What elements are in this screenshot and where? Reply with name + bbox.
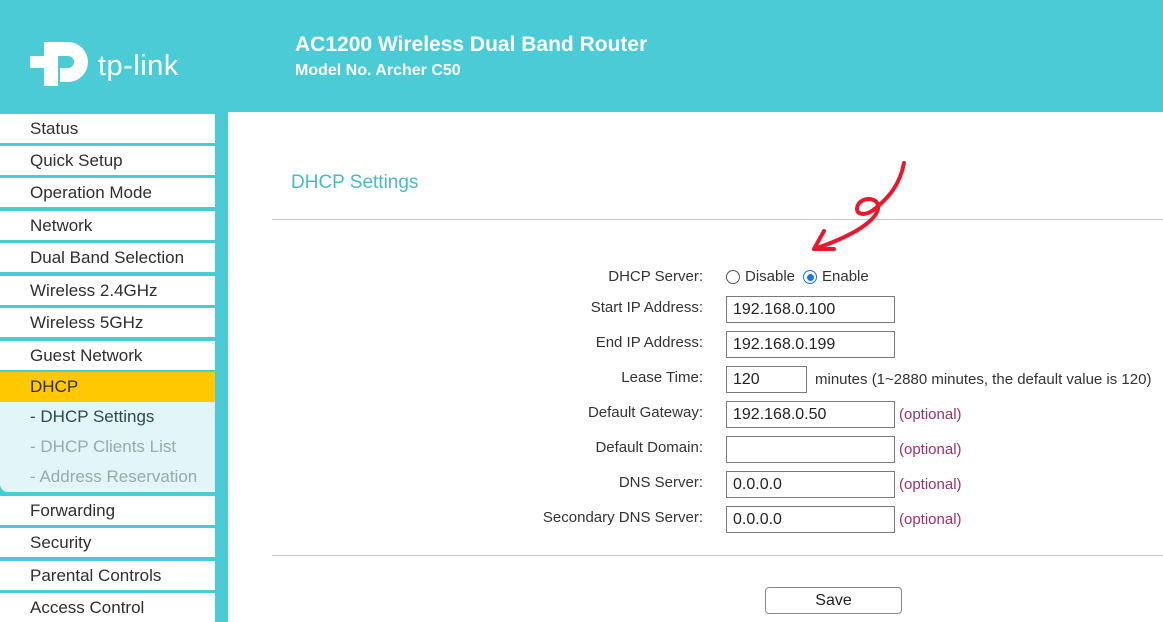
sidebar-item-label: Status — [30, 118, 79, 138]
lease-time-label: Lease Time: — [621, 369, 703, 386]
router-admin-page: tp-link AC1200 Wireless Dual Band Router… — [0, 0, 1163, 622]
sidebar-item-network[interactable]: Network — [0, 211, 215, 240]
sidebar-item-label: Dual Band Selection — [30, 247, 185, 267]
dns-server-optional: (optional) — [899, 476, 962, 493]
start-ip-input[interactable] — [726, 296, 895, 323]
secondary-dns-label: Secondary DNS Server: — [542, 509, 703, 526]
sidebar-item-label: Guest Network — [30, 345, 143, 365]
dns-server-label: DNS Server: — [618, 474, 703, 491]
sidebar-item-label: Parental Controls — [30, 565, 162, 585]
sidebar-item-dhcp[interactable]: DHCP — [0, 372, 215, 402]
sidebar-item-label: Access Control — [30, 597, 145, 617]
default-gateway-input[interactable] — [726, 401, 895, 428]
sidebar-item-security[interactable]: Security — [0, 528, 215, 557]
dhcp-submenu: - DHCP Settings - DHCP Clients List - Ad… — [0, 402, 215, 492]
sidebar-item-guest-network[interactable]: Guest Network — [0, 341, 215, 370]
sidebar-item-wireless-2-4ghz[interactable]: Wireless 2.4GHz — [0, 276, 215, 305]
sidebar-item-dual-band-selection[interactable]: Dual Band Selection — [0, 243, 215, 272]
sidebar-menu: Status Quick Setup Operation Mode Networ… — [0, 112, 228, 622]
end-ip-input[interactable] — [726, 331, 895, 358]
default-gateway-optional: (optional) — [899, 406, 962, 423]
router-title: AC1200 Wireless Dual Band Router — [295, 33, 648, 56]
logo-text: tp-link — [98, 50, 179, 82]
default-domain-label: Default Domain: — [595, 439, 703, 456]
submenu-dhcp-settings[interactable]: - DHCP Settings — [30, 407, 154, 427]
sidebar-item-operation-mode[interactable]: Operation Mode — [0, 178, 215, 207]
router-model: Model No. Archer C50 — [295, 62, 461, 79]
submenu-dhcp-clients-list[interactable]: - DHCP Clients List — [30, 437, 176, 457]
end-ip-label: End IP Address: — [595, 334, 703, 351]
dns-server-input[interactable] — [726, 471, 895, 498]
sidebar-item-label: Wireless 2.4GHz — [30, 280, 158, 300]
divider-top — [272, 219, 1163, 220]
divider-bottom — [272, 555, 1163, 556]
save-button[interactable]: Save — [765, 587, 902, 614]
sidebar-item-parental-controls[interactable]: Parental Controls — [0, 561, 215, 590]
sidebar-item-status[interactable]: Status — [0, 114, 215, 143]
submenu-address-reservation[interactable]: - Address Reservation — [30, 467, 197, 487]
sidebar-item-access-control[interactable]: Access Control — [0, 593, 215, 622]
dhcp-enable-radio[interactable] — [803, 270, 817, 284]
sidebar-item-forwarding[interactable]: Forwarding — [0, 496, 215, 525]
tp-link-logo-icon — [30, 34, 96, 91]
header-bar: tp-link AC1200 Wireless Dual Band Router… — [0, 0, 1163, 112]
default-gateway-label: Default Gateway: — [587, 404, 703, 421]
secondary-dns-input[interactable] — [726, 506, 895, 533]
lease-time-input[interactable] — [726, 366, 807, 393]
sidebar-item-quick-setup[interactable]: Quick Setup — [0, 146, 215, 175]
red-arrow-annotation-icon — [812, 161, 906, 251]
sidebar-item-label: Security — [30, 532, 92, 552]
sidebar-item-label: Quick Setup — [30, 150, 123, 170]
sidebar-item-label: Network — [30, 215, 93, 235]
dhcp-disable-radio[interactable] — [726, 270, 740, 284]
dhcp-disable-label[interactable]: Disable — [745, 268, 795, 285]
sidebar-item-label: DHCP — [30, 377, 79, 396]
secondary-dns-optional: (optional) — [899, 511, 962, 528]
default-domain-optional: (optional) — [899, 441, 962, 458]
sidebar-item-label: Forwarding — [30, 500, 116, 520]
sidebar-item-label: Wireless 5GHz — [30, 312, 144, 332]
dhcp-enable-label[interactable]: Enable — [822, 268, 869, 285]
start-ip-label: Start IP Address: — [590, 299, 703, 316]
sidebar-item-label: Operation Mode — [30, 182, 152, 202]
default-domain-input[interactable] — [726, 436, 895, 463]
lease-time-hint: minutes (1~2880 minutes, the default val… — [815, 371, 1152, 388]
dhcp-server-label: DHCP Server: — [608, 268, 703, 285]
sidebar-item-wireless-5ghz[interactable]: Wireless 5GHz — [0, 308, 215, 337]
page-title: DHCP Settings — [291, 172, 419, 193]
